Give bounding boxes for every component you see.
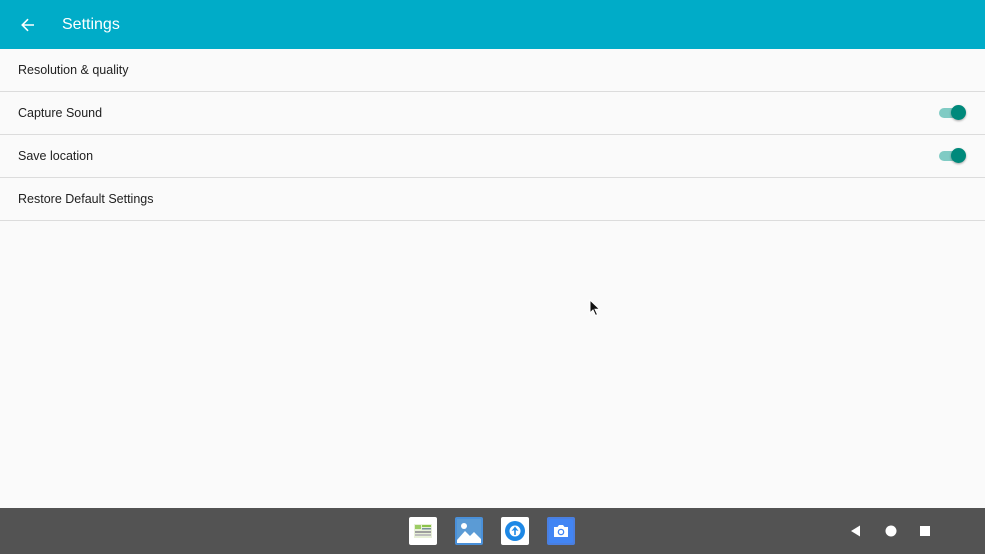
toggle-thumb xyxy=(951,105,966,120)
gallery-widget-glyph xyxy=(414,524,432,538)
setting-label: Save location xyxy=(18,149,94,163)
camera-settings-screen: Settings Resolution & quality Capture So… xyxy=(0,0,985,554)
compass-glyph xyxy=(505,521,525,541)
app-compass-icon[interactable] xyxy=(501,517,529,545)
save-location-toggle[interactable] xyxy=(939,148,966,164)
page-title: Settings xyxy=(62,15,120,33)
back-triangle-icon[interactable] xyxy=(846,521,866,541)
mouse-cursor-icon xyxy=(589,299,601,317)
camera-icon[interactable] xyxy=(547,517,575,545)
setting-label: Capture Sound xyxy=(18,106,103,120)
recents-square-icon[interactable] xyxy=(915,521,935,541)
setting-resolution-quality[interactable]: Resolution & quality xyxy=(0,49,985,92)
gallery-widget-icon[interactable] xyxy=(409,517,437,545)
camera-glyph xyxy=(549,519,573,543)
setting-save-location[interactable]: Save location xyxy=(0,135,985,178)
photos-icon[interactable] xyxy=(455,517,483,545)
taskbar xyxy=(0,508,985,554)
setting-capture-sound[interactable]: Capture Sound xyxy=(0,92,985,135)
arrow-back-icon xyxy=(21,18,34,31)
capture-sound-toggle[interactable] xyxy=(939,105,966,121)
setting-restore-defaults[interactable]: Restore Default Settings xyxy=(0,178,985,221)
app-bar: Settings xyxy=(0,0,985,49)
toggle-thumb xyxy=(951,148,966,163)
setting-label: Resolution & quality xyxy=(18,63,129,77)
settings-list: Resolution & quality Capture Sound Save … xyxy=(0,49,985,221)
home-circle-icon[interactable] xyxy=(881,521,901,541)
photos-glyph xyxy=(457,519,481,543)
setting-label: Restore Default Settings xyxy=(18,192,154,206)
back-button[interactable] xyxy=(0,0,56,49)
